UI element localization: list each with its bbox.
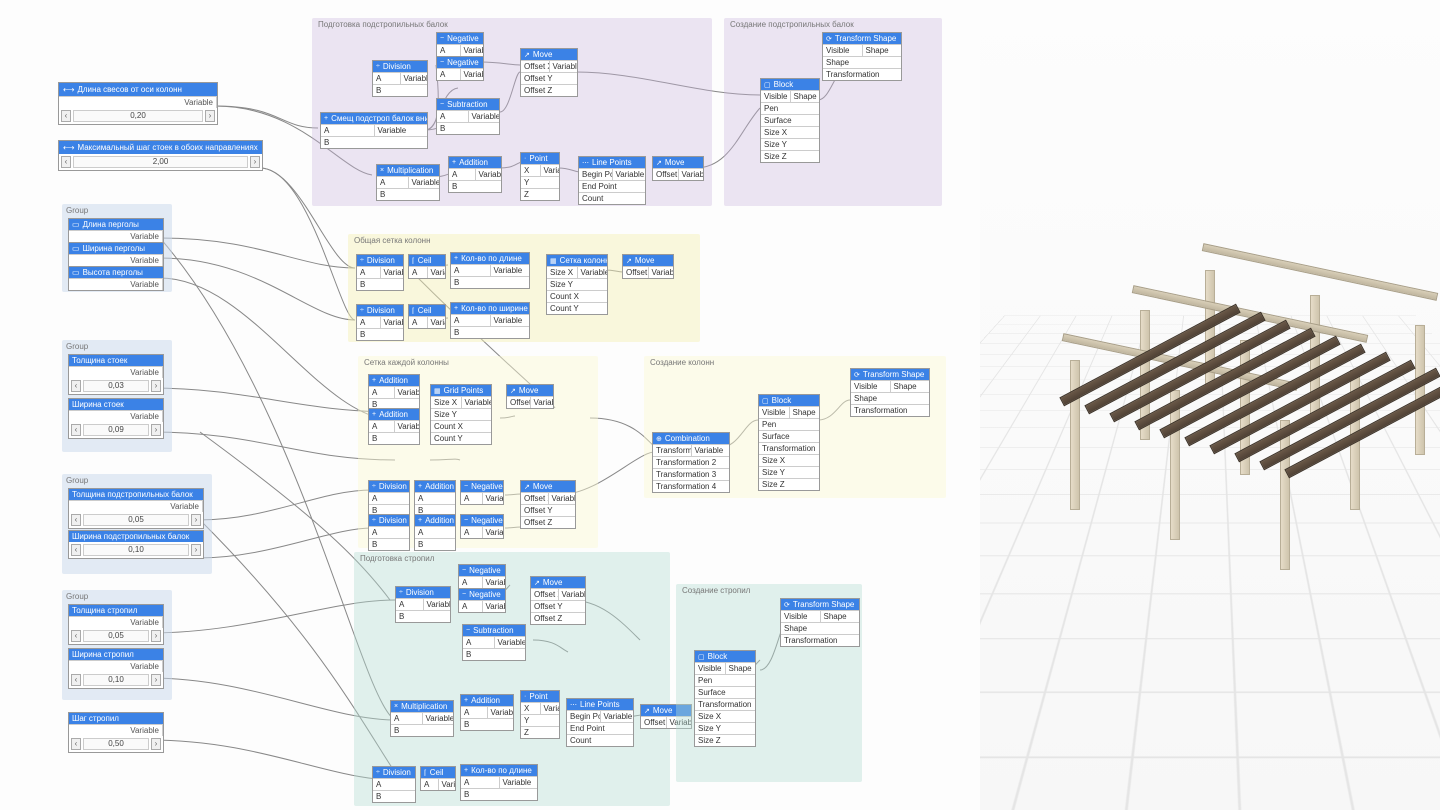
input-pergola-height[interactable]: ▭Высота перголы Variable xyxy=(68,266,164,291)
node-addition[interactable]: + Addition AVariable B xyxy=(368,408,420,445)
node-move[interactable]: ↗ Move Offset XVariable Offset Y Offset … xyxy=(520,48,578,97)
increment-button[interactable]: › xyxy=(205,110,215,122)
input-pergola-width[interactable]: ▭Ширина перголы Variable xyxy=(68,242,164,267)
dim-icon: ▭ xyxy=(72,244,80,253)
node-move[interactable]: ↗ Move Offset XVariable Offset Y Offset … xyxy=(530,576,586,625)
node-negative[interactable]: − Negative AVariable xyxy=(460,480,504,505)
node-addition[interactable]: + Addition AB xyxy=(414,514,456,551)
node-move[interactable]: ↗ Move Offset XVariable Offset Y Offset … xyxy=(520,480,576,529)
decrement-button[interactable]: ‹ xyxy=(61,110,71,122)
input-post-thickness[interactable]: Толщина стоек Variable ‹0,03› xyxy=(68,354,164,395)
node-block[interactable]: ▢ Block VisibleShape Pen Surface Size X … xyxy=(760,78,820,163)
node-ceil[interactable]: ⌈ Ceil AVariable xyxy=(408,254,446,279)
node-subtraction[interactable]: − Subtraction AVariable B xyxy=(462,624,526,661)
node-subtraction[interactable]: − Subtraction AVariable B xyxy=(436,98,500,135)
ruler-icon: ⟷ xyxy=(63,85,74,94)
node-grid-points[interactable]: ▦ Grid Points Size XVariable Size Y Coun… xyxy=(430,384,492,445)
node-move[interactable]: ↗ Move OffsetVariable xyxy=(506,384,554,409)
dim-icon: ▭ xyxy=(72,220,80,229)
node-division[interactable]: ÷ Division AVariable B xyxy=(395,586,451,623)
node-line-points[interactable]: ⋯ Line Points Begin PointVariable End Po… xyxy=(578,156,646,205)
node-count-by-length[interactable]: + Кол-во по длине AVariable B xyxy=(450,252,530,289)
node-ceil[interactable]: ⌈ Ceil AVariable xyxy=(420,766,456,791)
node-addition[interactable]: + Addition AVariable B xyxy=(368,374,420,411)
node-multiplication[interactable]: × Multiplication AVariable B xyxy=(390,700,454,737)
node-addition[interactable]: + Addition AB xyxy=(414,480,456,517)
node-point[interactable]: · Point XVariable Y Z xyxy=(520,690,560,739)
node-transform-shape[interactable]: ⟳ Transform Shape VisibleShape Shape Tra… xyxy=(850,368,930,417)
node-addition[interactable]: + Addition AVariable B xyxy=(448,156,502,193)
input-rafter-step[interactable]: Шаг стропил Variable ‹0,50› xyxy=(68,712,164,753)
node-negative[interactable]: − Negative AVariable xyxy=(460,514,504,539)
input-subrafter-width[interactable]: Ширина подстропильных балок ‹0,10› xyxy=(68,530,204,559)
node-addition[interactable]: + Addition AVariable B xyxy=(460,694,514,731)
node-block[interactable]: ▢ Block VisibleShape Pen Surface Transfo… xyxy=(694,650,756,747)
node-negative[interactable]: − Negative AVariable xyxy=(458,588,506,613)
input-rafter-width[interactable]: Ширина стропил Variable ‹0,10› xyxy=(68,648,164,689)
input-subrafter-thickness[interactable]: Толщина подстропильных балок Variable ‹0… xyxy=(68,488,204,529)
node-count-by-width[interactable]: + Кол-во по ширине AVariable B xyxy=(450,302,530,339)
node-negative[interactable]: − Negative AVariable xyxy=(458,564,506,589)
node-negative[interactable]: − Negative AVariable xyxy=(436,32,484,57)
node-transform-shape[interactable]: ⟳ Transform Shape VisibleShape Shape Tra… xyxy=(822,32,902,81)
node-division[interactable]: ÷ Division AVariable B xyxy=(356,254,404,291)
node-combination[interactable]: ⊕ Combination Transformation 1Variable T… xyxy=(652,432,730,493)
node-negative[interactable]: − Negative AVariable xyxy=(436,56,484,81)
node-point[interactable]: · Point XVariable Y Z xyxy=(520,152,560,201)
input-rafter-thickness[interactable]: Толщина стропил Variable ‹0,05› xyxy=(68,604,164,645)
3d-viewport[interactable] xyxy=(980,0,1440,810)
node-ceil[interactable]: ⌈ Ceil AVariable xyxy=(408,304,446,329)
node-division[interactable]: ÷ Division AVariable B xyxy=(372,60,428,97)
pergola-model xyxy=(1030,240,1390,520)
node-transform-shape[interactable]: ⟳ Transform Shape VisibleShape Shape Tra… xyxy=(780,598,860,647)
input-post-width[interactable]: Ширина стоек Variable ‹0,09› xyxy=(68,398,164,439)
ruler-icon: ⟷ xyxy=(63,143,74,152)
input-overhang-length[interactable]: ⟷Длина свесов от оси колонн Variable ‹0,… xyxy=(58,82,218,125)
node-division[interactable]: ÷ Division AB xyxy=(372,766,416,803)
input-max-post-step[interactable]: ⟷Максимальный шаг стоек в обоих направле… xyxy=(58,140,263,171)
node-count-by-length[interactable]: + Кол-во по длине AVariable B xyxy=(460,764,538,801)
input-pergola-length[interactable]: ▭Длина перголы Variable xyxy=(68,218,164,243)
node-offset-subrafter-down[interactable]: + Смещ подстроп балок вниз AVariable B xyxy=(320,112,428,149)
node-grid-columns[interactable]: ▦ Сетка колонн Size XVariable Size Y Cou… xyxy=(546,254,608,315)
node-multiplication[interactable]: × Multiplication AVariable B xyxy=(376,164,440,201)
node-move[interactable]: ↗ Move OffsetVariable xyxy=(652,156,704,181)
node-division[interactable]: ÷ Division AB xyxy=(368,514,410,551)
node-line-points[interactable]: ⋯ Line Points Begin PointVariable End Po… xyxy=(566,698,634,747)
node-division[interactable]: ÷ Division AB xyxy=(368,480,410,517)
node-division[interactable]: ÷ Division AVariable B xyxy=(356,304,404,341)
dim-icon: ▭ xyxy=(72,268,80,277)
node-block[interactable]: ▢ Block VisibleShape Pen Surface Transfo… xyxy=(758,394,820,491)
node-editor-canvas[interactable]: ⟷Длина свесов от оси колонн Variable ‹0,… xyxy=(0,0,980,810)
node-move[interactable]: ↗ Move OffsetVariable xyxy=(622,254,674,279)
